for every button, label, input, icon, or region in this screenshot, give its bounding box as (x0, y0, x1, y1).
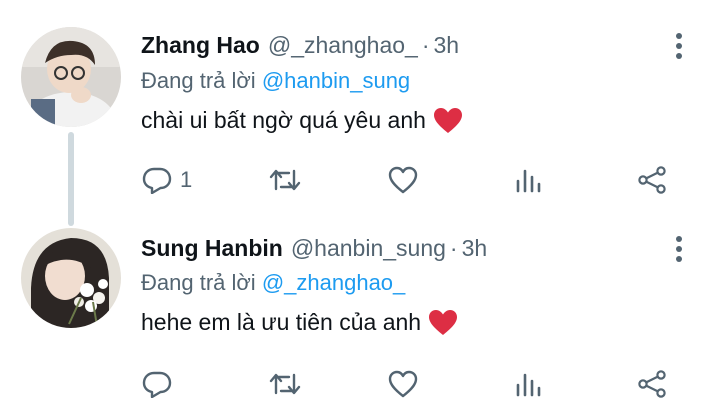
reply-button[interactable]: 1 (142, 164, 192, 196)
retweet-button[interactable] (269, 164, 301, 196)
like-icon (388, 370, 418, 398)
tweet-header: Zhang Hao @_zhanghao_ · 3h (141, 32, 459, 62)
views-icon (516, 169, 541, 193)
like-button[interactable] (388, 368, 418, 400)
views-button[interactable] (515, 368, 543, 400)
share-icon (638, 166, 666, 194)
user-handle[interactable]: @_zhanghao_ (268, 32, 418, 59)
retweet-icon (269, 373, 301, 395)
retweet-button[interactable] (269, 368, 301, 400)
tweet-text-body: hehe em là ưu tiên của anh (141, 309, 422, 335)
reply-tweet[interactable]: Zhang Hao @_zhanghao_ · 3h Đang trả lời … (0, 0, 720, 206)
views-button[interactable] (515, 164, 543, 196)
tweet-text: chài ui bất ngờ quá yêu anh (141, 107, 462, 134)
user-handle[interactable]: @hanbin_sung (291, 235, 446, 262)
replying-to-mention[interactable]: @_zhanghao_ (262, 270, 405, 295)
action-bar (140, 368, 680, 400)
reply-tweet[interactable]: Sung Hanbin @hanbin_sung · 3h Đang trả l… (0, 206, 720, 412)
avatar[interactable] (21, 228, 121, 328)
tweet-header: Sung Hanbin @hanbin_sung · 3h (141, 235, 487, 265)
replying-to: Đang trả lời @_zhanghao_ (141, 270, 405, 296)
more-dot (676, 246, 682, 252)
avatar[interactable] (21, 27, 121, 127)
timestamp[interactable]: 3h (434, 32, 460, 59)
more-options-icon[interactable] (674, 33, 684, 59)
avatar-photo (21, 27, 121, 127)
avatar-photo (21, 228, 121, 328)
reply-count: 1 (180, 167, 193, 192)
reply-icon (142, 167, 172, 194)
tweet-text-body: chài ui bất ngờ quá yêu anh (141, 107, 426, 133)
red-heart-emoji-icon (433, 107, 462, 134)
separator-dot: · (449, 235, 458, 261)
replying-to-label: Đang trả lời (141, 68, 256, 93)
display-name[interactable]: Sung Hanbin (141, 235, 283, 262)
replying-to: Đang trả lời @hanbin_sung (141, 68, 410, 94)
red-heart-emoji-icon (429, 309, 458, 336)
more-dot (676, 33, 682, 39)
like-button[interactable] (388, 164, 418, 196)
more-dot (676, 43, 682, 49)
more-options-icon[interactable] (674, 236, 684, 262)
reply-icon (142, 371, 172, 398)
action-bar: 1 (140, 164, 680, 196)
retweet-icon (269, 169, 301, 191)
views-icon (516, 373, 541, 397)
separator-dot: · (421, 32, 430, 58)
timestamp[interactable]: 3h (462, 235, 488, 262)
more-dot (676, 53, 682, 59)
replying-to-label: Đang trả lời (141, 270, 256, 295)
share-button[interactable] (637, 164, 667, 196)
share-button[interactable] (637, 368, 667, 400)
reply-button[interactable] (142, 368, 180, 400)
tweet-text: hehe em là ưu tiên của anh (141, 309, 458, 336)
like-icon (388, 166, 418, 194)
display-name[interactable]: Zhang Hao (141, 32, 260, 59)
share-icon (638, 370, 666, 398)
replying-to-mention[interactable]: @hanbin_sung (262, 68, 410, 93)
more-dot (676, 236, 682, 242)
more-dot (676, 256, 682, 262)
